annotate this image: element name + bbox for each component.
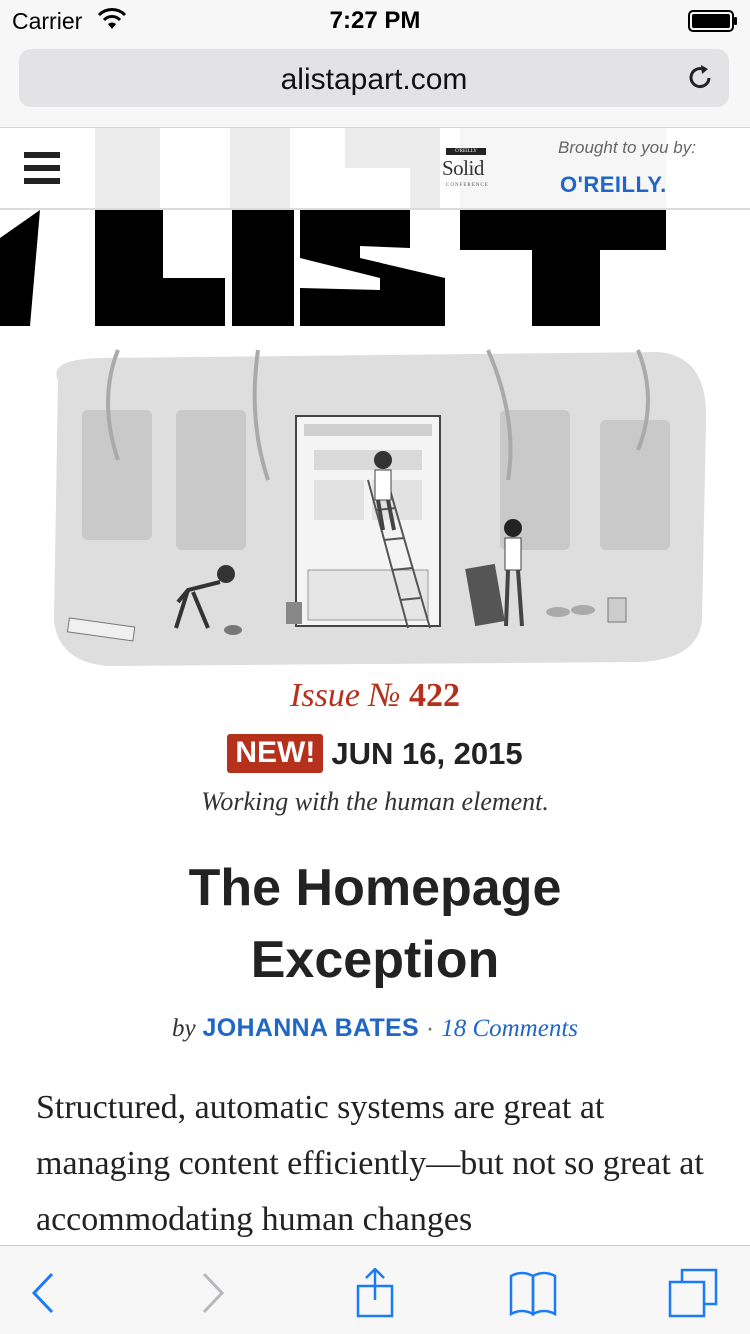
article-byline: by JOHANNA BATES · 18 Comments [0,1014,750,1043]
address-bar[interactable]: alistapart.com [19,49,729,107]
menu-icon[interactable] [24,152,60,184]
article-intro: Structured, automatic systems are great … [36,1089,704,1238]
browser-address-area: alistapart.com [0,40,750,128]
article-title[interactable]: The Homepage Exception [60,852,690,996]
url-text[interactable]: alistapart.com [19,63,729,97]
comments-link[interactable]: 18 Comments [441,1015,578,1042]
site-header: O'REILLY Solid CONFERENCE Brought to you… [0,128,750,210]
status-bar: Carrier 7:27 PM [0,0,750,40]
issue-number-value: 422 [408,677,460,714]
back-icon[interactable] [20,1268,70,1318]
issue-number[interactable]: Issue № 422 [0,677,750,715]
browser-toolbar [0,1245,750,1334]
tabs-icon[interactable] [668,1268,718,1318]
solid-logo-word: Solid [442,156,484,180]
new-badge: NEW! [227,734,324,773]
issue-label: Issue № [290,677,401,714]
bookmarks-icon[interactable] [508,1268,558,1318]
sponsor-caption: Brought to you by: [558,138,696,157]
reload-icon[interactable] [685,63,715,93]
oreilly-sponsor-link[interactable]: O'REILLY. [560,172,667,198]
solid-logo-oreilly: O'REILLY [446,148,486,155]
solid-logo-conference: CONFERENCE [446,183,489,188]
solid-conference-logo[interactable]: O'REILLY Solid CONFERENCE [440,148,498,192]
issue-date: JUN 16, 2015 [331,735,523,771]
byline-by: by [171,1015,196,1042]
clock: 7:27 PM [329,7,421,34]
battery-icon [688,10,737,32]
issue-date-line: NEW! JUN 16, 2015 [0,734,750,776]
issue-illustration [54,349,707,666]
forward-icon[interactable] [186,1268,236,1318]
share-icon[interactable] [350,1268,400,1318]
author-link[interactable]: JOHANNA BATES [203,1014,419,1042]
byline-separator: · [425,1014,435,1042]
issue-tagline: Working with the human element. [201,787,549,816]
